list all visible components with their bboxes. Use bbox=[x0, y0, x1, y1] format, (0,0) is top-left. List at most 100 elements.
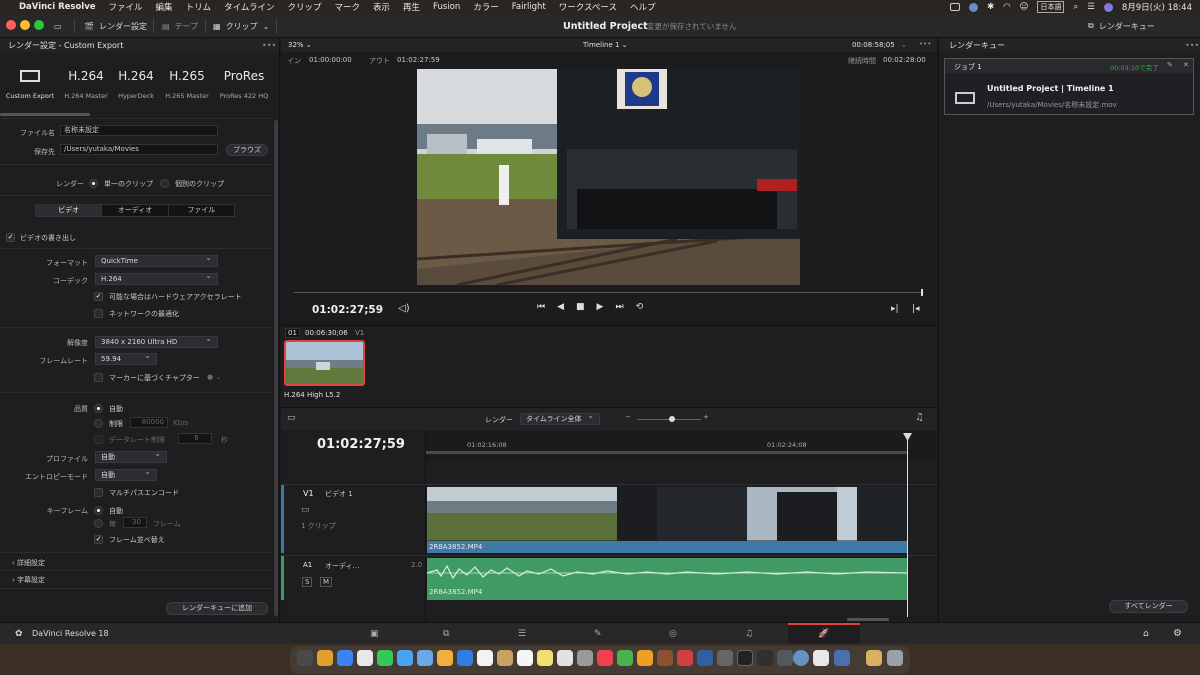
app-dock-icon[interactable] bbox=[834, 650, 850, 666]
tape-tab[interactable]: ▤ テープ bbox=[162, 19, 198, 33]
prev-edit-icon[interactable]: |◂ bbox=[912, 304, 920, 314]
track-monitor-icon[interactable]: ▭ bbox=[301, 505, 310, 515]
menu-help[interactable]: ヘルプ bbox=[630, 1, 656, 13]
window-zoom-button[interactable] bbox=[34, 20, 44, 30]
app-dock-icon[interactable] bbox=[757, 650, 773, 666]
tab-file[interactable]: ファイル bbox=[167, 205, 234, 216]
status-icon-1[interactable] bbox=[950, 3, 961, 11]
render-range-select[interactable]: タイムライン全体 bbox=[520, 411, 600, 425]
browse-button[interactable]: ブラウズ bbox=[226, 144, 268, 156]
play-reverse-icon[interactable]: ◀ bbox=[557, 302, 564, 316]
quality-auto-radio[interactable] bbox=[94, 404, 103, 413]
stop-icon[interactable]: ■ bbox=[576, 302, 585, 316]
play-icon[interactable]: ▶ bbox=[597, 302, 604, 316]
window-close-button[interactable] bbox=[6, 20, 16, 30]
menu-app-name[interactable]: DaVinci Resolve bbox=[19, 2, 96, 12]
tab-video[interactable]: ビデオ bbox=[36, 205, 102, 216]
bluetooth-icon[interactable]: ✱ bbox=[987, 2, 994, 12]
terminal-dock-icon[interactable] bbox=[737, 650, 753, 666]
volume-icon[interactable]: ◁) bbox=[398, 303, 410, 314]
more-options-icon[interactable]: ••• bbox=[262, 41, 276, 50]
maps-dock-icon[interactable] bbox=[417, 650, 433, 666]
calculator-dock-icon[interactable] bbox=[717, 650, 733, 666]
network-opt-checkbox[interactable] bbox=[94, 309, 103, 318]
skip-forward-icon[interactable]: ⏭ bbox=[615, 302, 623, 316]
zoom-select[interactable]: 32% ⌄ bbox=[288, 41, 312, 49]
search-icon[interactable]: ⌕ bbox=[1073, 2, 1078, 12]
menu-trim[interactable]: トリム bbox=[186, 1, 212, 13]
photos-dock-icon[interactable] bbox=[437, 650, 453, 666]
skip-back-icon[interactable]: ⏮ bbox=[537, 302, 545, 316]
solo-button[interactable]: S bbox=[302, 577, 313, 587]
render-job[interactable]: ジョブ 1 00:03:10で完了 ✎ ✕ Untitled Project |… bbox=[944, 58, 1194, 115]
multipass-checkbox[interactable] bbox=[94, 488, 103, 497]
timeline-playhead[interactable] bbox=[907, 437, 908, 617]
calendar-dock-icon[interactable] bbox=[477, 650, 493, 666]
menu-workspace[interactable]: ワークスペース bbox=[559, 1, 617, 13]
user-icon[interactable]: ☺ bbox=[1020, 2, 1029, 12]
input-method[interactable]: 日本語 bbox=[1037, 1, 1065, 13]
app-dock-icon[interactable] bbox=[677, 650, 693, 666]
single-clip-radio[interactable] bbox=[89, 179, 98, 188]
downloads-dock-icon[interactable] bbox=[866, 650, 882, 666]
render-all-button[interactable]: すべてレンダー bbox=[1109, 600, 1188, 613]
advanced-settings-expander[interactable]: › 詳細設定 bbox=[12, 558, 45, 568]
music-dock-icon[interactable] bbox=[597, 650, 613, 666]
home-icon[interactable]: ⌂ bbox=[1143, 629, 1149, 639]
framerate-select[interactable]: 59.94 bbox=[95, 351, 157, 365]
preset-scrollbar[interactable] bbox=[0, 113, 90, 116]
add-to-queue-button[interactable]: レンダーキューに追加 bbox=[166, 602, 268, 615]
color-page-icon[interactable]: ◎ bbox=[669, 629, 677, 639]
render-queue-tab[interactable]: ⧉ レンダーキュー bbox=[1088, 19, 1155, 33]
app-dock-icon[interactable] bbox=[777, 650, 793, 666]
menu-timeline[interactable]: タイムライン bbox=[224, 1, 274, 13]
zoom-in-icon[interactable]: + bbox=[703, 413, 709, 421]
close-icon[interactable]: ✕ bbox=[1183, 61, 1189, 69]
timeline-scrollbar[interactable] bbox=[847, 618, 889, 621]
video-clip[interactable] bbox=[427, 487, 907, 541]
bitrate-field[interactable]: 80000 bbox=[130, 417, 168, 428]
fairlight-page-icon[interactable]: ♫ bbox=[745, 629, 753, 639]
keyframe-field[interactable]: 30 bbox=[123, 517, 147, 528]
control-center-icon[interactable]: ☰ bbox=[1087, 2, 1095, 12]
keyframe-every-radio[interactable] bbox=[94, 519, 103, 528]
freeform-dock-icon[interactable] bbox=[557, 650, 573, 666]
status-icon-2[interactable] bbox=[969, 2, 979, 12]
app-dock-icon[interactable] bbox=[697, 650, 713, 666]
cut-page-icon[interactable]: ⧉ bbox=[443, 629, 449, 639]
video-clip-label-bar[interactable] bbox=[427, 541, 907, 553]
menu-clip[interactable]: クリップ bbox=[287, 1, 321, 13]
safari-dock-icon[interactable] bbox=[337, 650, 353, 666]
clock[interactable]: 8月9日(火) 18:44 bbox=[1122, 1, 1192, 13]
next-edit-icon[interactable]: ▸| bbox=[891, 304, 899, 314]
quality-limit-radio[interactable] bbox=[94, 419, 103, 428]
scrubber-playhead[interactable] bbox=[921, 289, 923, 296]
location-field[interactable]: /Users/yutaka/Movies bbox=[60, 144, 218, 155]
entropy-select[interactable]: 自動 bbox=[95, 467, 157, 481]
out-timecode[interactable]: 01:02:27:59 bbox=[397, 56, 440, 64]
menu-color[interactable]: カラー bbox=[473, 1, 499, 13]
a1-name[interactable]: オーディ… bbox=[325, 561, 360, 571]
settings-gear-icon[interactable]: ⚙ bbox=[1173, 628, 1182, 639]
preset-prores[interactable]: ProRes ProRes 422 HQ bbox=[212, 64, 276, 100]
scrubber-track[interactable] bbox=[294, 292, 924, 293]
render-settings-tab[interactable]: 🎬 レンダー設定 bbox=[84, 19, 147, 33]
filename-field[interactable]: 名称未設定 bbox=[60, 125, 218, 136]
data-burn-checkbox[interactable] bbox=[94, 435, 103, 444]
menu-file[interactable]: ファイル bbox=[109, 1, 143, 13]
settings-dock-icon[interactable] bbox=[577, 650, 593, 666]
clip-thumbnail[interactable] bbox=[284, 340, 365, 386]
menu-edit[interactable]: 編集 bbox=[156, 1, 173, 13]
chrome-dock-icon[interactable] bbox=[357, 650, 373, 666]
preset-h265-master[interactable]: H.265 H.265 Master bbox=[155, 64, 219, 100]
reminders-dock-icon[interactable] bbox=[517, 650, 533, 666]
app-dock-icon[interactable] bbox=[657, 650, 673, 666]
siri-icon[interactable] bbox=[1103, 2, 1113, 12]
wifi-icon[interactable]: ◠ bbox=[1003, 2, 1010, 12]
audio-meter-icon[interactable]: ♫ bbox=[915, 412, 924, 423]
edit-page-icon[interactable]: ☰ bbox=[518, 629, 526, 639]
loop-icon[interactable]: ⟲ bbox=[636, 302, 644, 316]
menu-view[interactable]: 表示 bbox=[373, 1, 390, 13]
chapters-checkbox[interactable] bbox=[94, 373, 103, 382]
audio-clip[interactable] bbox=[427, 558, 907, 600]
